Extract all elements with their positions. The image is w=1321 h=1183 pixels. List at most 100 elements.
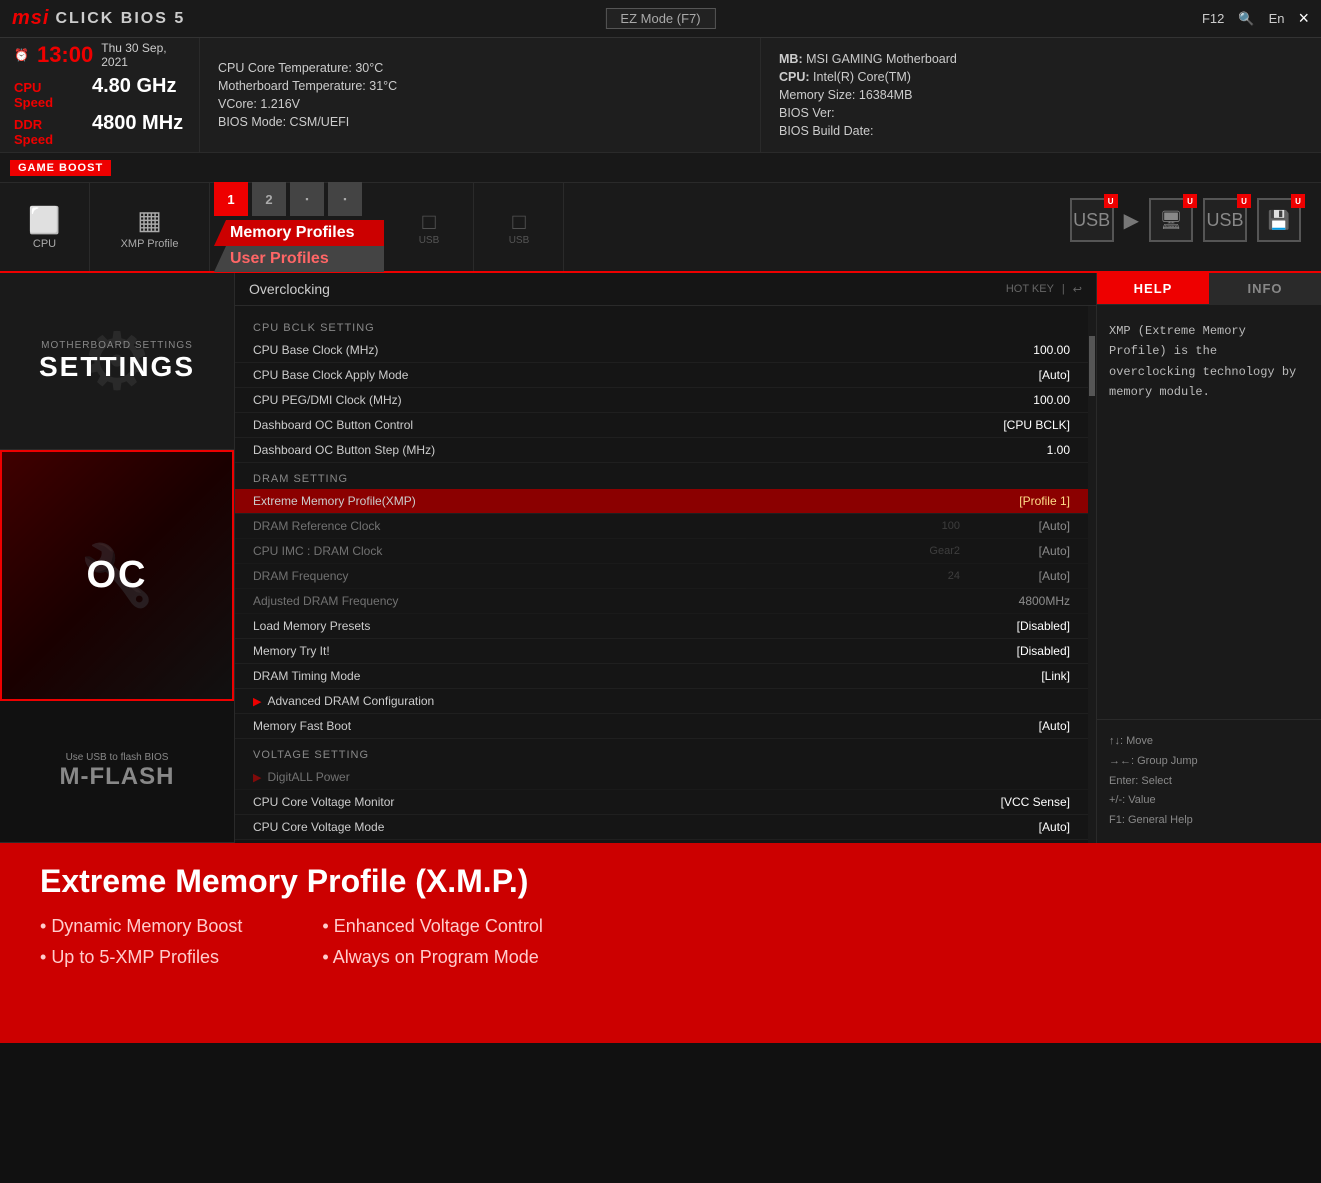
setting-name-label: Adjusted DRAM Frequency: [253, 594, 960, 608]
lang-button[interactable]: En: [1269, 11, 1285, 26]
ddr-speed-label: DDR Speed: [14, 117, 84, 147]
setting-sub-label: Gear2: [929, 545, 960, 557]
setting-row[interactable]: DRAM Frequency24[Auto]: [235, 564, 1088, 589]
setting-row[interactable]: Extreme Memory Profile(XMP)[Profile 1]: [235, 489, 1088, 514]
usb-item-2[interactable]: 🖥 U: [1149, 198, 1193, 242]
setting-row[interactable]: CPU Base Clock (MHz)100.00: [235, 338, 1088, 363]
banner-title: Extreme Memory Profile (X.M.P.): [40, 863, 1281, 900]
right-tabs: HELP INFO: [1097, 273, 1321, 305]
usb-item-3[interactable]: USB U: [1203, 198, 1247, 242]
memory-profiles-tab[interactable]: Memory Profiles: [214, 220, 384, 246]
game-boost-label[interactable]: GAME BOOST: [10, 160, 111, 176]
top-bar: msi CLICK BIOS 5 EZ Mode (F7) F12 🔍 En ×: [0, 0, 1321, 38]
setting-name-label: Load Memory Presets: [253, 619, 960, 633]
reset-icon[interactable]: ↩: [1073, 283, 1082, 296]
usb-badge-2: U: [1183, 194, 1197, 208]
usb-item-4[interactable]: 💾 U: [1257, 198, 1301, 242]
xmp-profile-button-4[interactable]: ▪: [328, 182, 362, 216]
help-footer-item: +/-: Value: [1109, 791, 1309, 811]
setting-value: 1.00: [960, 443, 1070, 457]
info-tab[interactable]: INFO: [1209, 273, 1321, 304]
right-panel: HELP INFO XMP (Extreme Memory Profile) i…: [1096, 273, 1321, 843]
info-bar: ⏰ 13:00 Thu 30 Sep, 2021 CPU Speed 4.80 …: [0, 38, 1321, 153]
feature-item: Dynamic Memory Boost: [40, 916, 242, 937]
banner-features: Dynamic Memory Boost Up to 5-XMP Profiles…: [40, 916, 1281, 968]
help-footer: ↑↓: Move→←: Group JumpEnter: Select+/-: …: [1097, 719, 1321, 843]
tab-slot1-label: USB: [419, 235, 440, 246]
setting-row[interactable]: CPU IMC : DRAM Clock Gear2[Auto]: [235, 539, 1088, 564]
close-button[interactable]: ×: [1298, 8, 1309, 29]
msi-logo: msi: [12, 7, 49, 30]
setting-value: [VCC Sense]: [960, 795, 1070, 809]
game-boost-bar[interactable]: GAME BOOST: [0, 153, 1321, 183]
cpu-tab-icon: ⬜: [28, 205, 60, 236]
panel-header: Overclocking HOT KEY | ↩: [235, 273, 1096, 306]
setting-row[interactable]: CPU PEG/DMI Clock (MHz)100.00: [235, 388, 1088, 413]
search-icon[interactable]: 🔍: [1238, 11, 1254, 27]
setting-value: [Auto]: [960, 519, 1070, 533]
setting-row[interactable]: Adjusted DRAM Frequency4800MHz: [235, 589, 1088, 614]
section-header-cpu_bclk: CPU BCLK Setting: [235, 312, 1088, 338]
usb-box-3[interactable]: USB U: [1203, 198, 1247, 242]
scrollbar-track[interactable]: [1088, 306, 1096, 843]
nav-tabs: ⬜ CPU ▦ XMP Profile 1 2 ▪ ▪ Memory Profi…: [0, 183, 1321, 273]
setting-value: [Auto]: [960, 544, 1070, 558]
setting-row[interactable]: DRAM Reference Clock100[Auto]: [235, 514, 1088, 539]
center-panel: Overclocking HOT KEY | ↩ CPU BCLK Settin…: [235, 273, 1096, 843]
mb-temp: Motherboard Temperature: 31°C: [218, 79, 742, 93]
setting-name-label: CPU Base Clock (MHz): [253, 343, 960, 357]
user-profiles-tab[interactable]: User Profiles: [214, 246, 384, 272]
ddr-speed-value: 4800 MHz: [92, 112, 183, 135]
setting-name-label: DRAM Frequency: [253, 569, 936, 583]
tab-cpu[interactable]: ⬜ CPU: [0, 183, 90, 271]
setting-row[interactable]: ▶Advanced DRAM Configuration: [235, 689, 1088, 714]
xmp-profile-button-1[interactable]: 1: [214, 182, 248, 216]
sidebar-item-oc[interactable]: 🔧 OC: [0, 450, 234, 701]
setting-row[interactable]: CPU Base Clock Apply Mode[Auto]: [235, 363, 1088, 388]
bios-mode: BIOS Mode: CSM/UEFI: [218, 115, 742, 129]
setting-row[interactable]: ▶DigitALL Power: [235, 765, 1088, 790]
setting-row[interactable]: Memory Try It![Disabled]: [235, 639, 1088, 664]
feature-col-right: Enhanced Voltage ControlAlways on Progra…: [322, 916, 542, 968]
setting-row[interactable]: CPU Core Voltage Mode[Auto]: [235, 815, 1088, 840]
usb-badge-1: U: [1104, 194, 1118, 208]
tab-slot2[interactable]: □ USB: [474, 183, 564, 271]
setting-value: 4800MHz: [960, 594, 1070, 608]
cpu-info: CPU: Intel(R) Core(TM): [779, 70, 1303, 84]
help-tab[interactable]: HELP: [1097, 273, 1209, 304]
f12-button[interactable]: F12: [1202, 11, 1224, 26]
tab-slot1[interactable]: □ USB: [384, 183, 474, 271]
usb-box-1[interactable]: USB U: [1070, 198, 1114, 242]
setting-row[interactable]: Load Memory Presets[Disabled]: [235, 614, 1088, 639]
scrollbar-thumb[interactable]: [1089, 336, 1095, 396]
ez-mode-button[interactable]: EZ Mode (F7): [605, 8, 715, 29]
sidebar-item-mflash[interactable]: Use USB to flash BIOS M-FLASH: [0, 701, 234, 843]
cpu-speed-row: CPU Speed 4.80 GHz: [14, 75, 185, 110]
usb-box-4[interactable]: 💾 U: [1257, 198, 1301, 242]
setting-row[interactable]: Memory Fast Boot[Auto]: [235, 714, 1088, 739]
usb-box-2[interactable]: 🖥 U: [1149, 198, 1193, 242]
bios-build: BIOS Build Date:: [779, 124, 1303, 138]
setting-name-label: CPU Core Voltage Mode: [253, 820, 960, 834]
cpu-speed-value: 4.80 GHz: [92, 75, 176, 98]
setting-row[interactable]: Dashboard OC Button Step (MHz)1.00: [235, 438, 1088, 463]
setting-name-label: CPU IMC : DRAM Clock: [253, 544, 917, 558]
xmp-profile-button-3[interactable]: ▪: [290, 182, 324, 216]
setting-row[interactable]: CPU Core Voltage Monitor[VCC Sense]: [235, 790, 1088, 815]
setting-row[interactable]: DRAM Timing Mode[Link]: [235, 664, 1088, 689]
ddr-speed-row: DDR Speed 4800 MHz: [14, 112, 185, 147]
cpu-value: Intel(R) Core(TM): [813, 70, 911, 84]
mb-value: MSI GAMING Motherboard: [806, 52, 957, 66]
usb-item-1[interactable]: USB U: [1070, 198, 1114, 242]
tab-xmp[interactable]: ▦ XMP Profile: [90, 183, 210, 271]
feature-item: Up to 5-XMP Profiles: [40, 947, 242, 968]
mflash-title: M-FLASH: [60, 763, 175, 791]
mb-label: MB:: [779, 52, 803, 66]
xmp-profile-button-2[interactable]: 2: [252, 182, 286, 216]
setting-sub-label: 100: [942, 520, 960, 532]
usb-badge-4: U: [1291, 194, 1305, 208]
feature-col-left: Dynamic Memory Boost Up to 5-XMP Profiles: [40, 916, 242, 968]
sidebar-item-settings[interactable]: ⚙ Motherboard settings SETTINGS: [0, 273, 234, 450]
setting-row[interactable]: Dashboard OC Button Control[CPU BCLK]: [235, 413, 1088, 438]
cpu-temp: CPU Core Temperature: 30°C: [218, 61, 742, 75]
